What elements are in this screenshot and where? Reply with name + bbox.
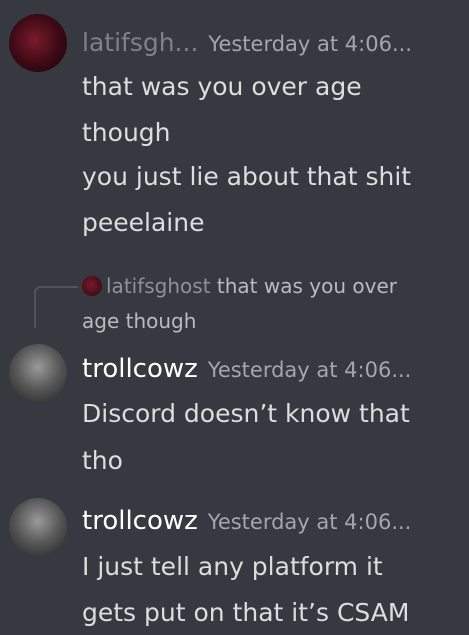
reply-preview[interactable]: latifsghost that was you over <box>82 274 397 298</box>
message-text-line: gets put on that it’s CSAM <box>82 598 410 627</box>
timestamp: Yesterday at 4:06... <box>207 358 412 382</box>
timestamp: Yesterday at 4:06... <box>208 32 412 56</box>
message-header: trollcowz Yesterday at 4:06... <box>82 506 411 536</box>
reply-spine <box>34 286 78 328</box>
reply-text: that was you over <box>216 274 397 298</box>
username[interactable]: trollcowz <box>82 354 198 384</box>
username[interactable]: trollcowz <box>82 506 198 536</box>
message-text-line: tho <box>82 446 123 475</box>
message-text-line: Discord doesn’t know that <box>82 399 410 428</box>
message-header: trollcowz Yesterday at 4:06... <box>82 354 411 384</box>
message-header: latifsgh... Yesterday at 4:06... <box>82 28 412 57</box>
message-text-line: though <box>82 118 171 147</box>
reply-text-continued: age though <box>82 309 197 333</box>
timestamp: Yesterday at 4:06... <box>207 510 412 534</box>
message-text-line: you just lie about that shit <box>82 162 412 191</box>
message-text-line: peeelaine <box>82 208 205 237</box>
avatar[interactable] <box>9 14 67 72</box>
reply-username[interactable]: latifsghost <box>106 274 211 298</box>
avatar[interactable] <box>9 498 67 556</box>
message-text-line: that was you over age <box>82 72 362 101</box>
reply-avatar <box>82 276 102 296</box>
message-text-line: I just tell any platform it <box>82 552 383 581</box>
username[interactable]: latifsgh... <box>82 28 198 57</box>
avatar[interactable] <box>9 344 67 402</box>
